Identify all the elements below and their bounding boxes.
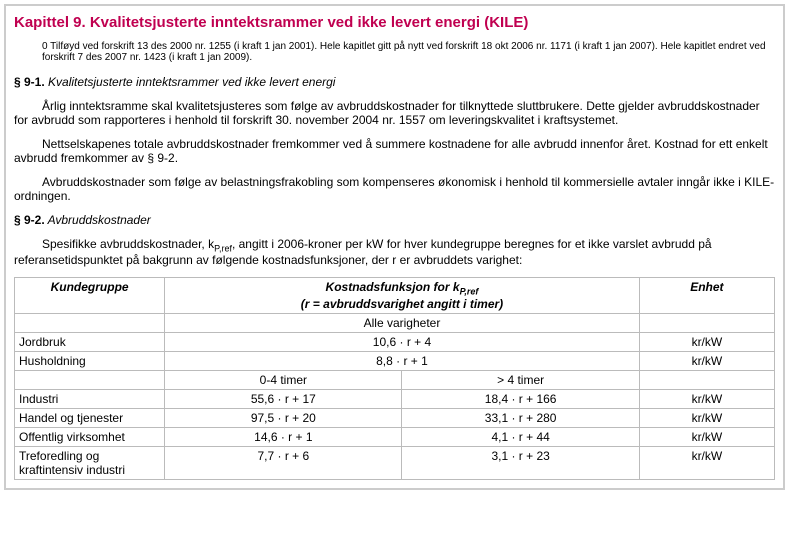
cell-func1: 55,6 · r + 17 xyxy=(165,389,402,408)
section-heading: Kvalitetsjusterte inntektsrammer ved ikk… xyxy=(45,75,336,89)
th-enhet: Enhet xyxy=(639,278,774,313)
cell-func2: 4,1 · r + 44 xyxy=(402,427,639,446)
cell-func: 8,8 · r + 1 xyxy=(165,351,640,370)
cell-label: Offentlig virksomhet xyxy=(15,427,165,446)
table-row: Industri 55,6 · r + 17 18,4 · r + 166 kr… xyxy=(15,389,775,408)
cell-label: Husholdning xyxy=(15,351,165,370)
cell-func1: 7,7 · r + 6 xyxy=(165,446,402,479)
cell-func1: 14,6 · r + 1 xyxy=(165,427,402,446)
table-row: Treforedling og kraftintensiv industri 7… xyxy=(15,446,775,479)
intro-subscript: P,ref xyxy=(214,243,232,253)
cell-label: Industri xyxy=(15,389,165,408)
table-header-row: Kundegruppe Kostnadsfunksjon for kP,ref … xyxy=(15,278,775,313)
th-kundegruppe: Kundegruppe xyxy=(15,278,165,313)
section-number: § 9-1. xyxy=(14,75,45,89)
cell-func2: 18,4 · r + 166 xyxy=(402,389,639,408)
cell-unit: kr/kW xyxy=(639,351,774,370)
cell-func: 10,6 · r + 4 xyxy=(165,332,640,351)
table-row: Offentlig virksomhet 14,6 · r + 1 4,1 · … xyxy=(15,427,775,446)
th-subscript: P,ref xyxy=(460,287,479,297)
amendment-note: 0 Tilføyd ved forskrift 13 des 2000 nr. … xyxy=(14,41,775,63)
cost-function-table: Kundegruppe Kostnadsfunksjon for kP,ref … xyxy=(14,277,775,479)
cell-range-0-4: 0-4 timer xyxy=(165,370,402,389)
table-row: Handel og tjenester 97,5 · r + 20 33,1 ·… xyxy=(15,408,775,427)
cell-unit: kr/kW xyxy=(639,332,774,351)
cell-range-gt4: > 4 timer xyxy=(402,370,639,389)
cell-empty xyxy=(639,313,774,332)
cell-unit: kr/kW xyxy=(639,446,774,479)
cell-label: Treforedling og kraftintensiv industri xyxy=(15,446,165,479)
cell-alle-varigheter: Alle varigheter xyxy=(165,313,640,332)
section-9-1-title: § 9-1. Kvalitetsjusterte inntektsrammer … xyxy=(14,75,775,89)
cell-empty xyxy=(639,370,774,389)
section-9-1-p3: Avbruddskostnader som følge av belastnin… xyxy=(14,175,775,203)
cell-func2: 33,1 · r + 280 xyxy=(402,408,639,427)
cell-label: Handel og tjenester xyxy=(15,408,165,427)
cell-label: Jordbruk xyxy=(15,332,165,351)
cell-unit: kr/kW xyxy=(639,408,774,427)
table-row: Jordbruk 10,6 · r + 4 kr/kW xyxy=(15,332,775,351)
intro-text-a: Spesifikke avbruddskostnader, k xyxy=(42,237,214,251)
cell-empty xyxy=(15,370,165,389)
section-9-2-intro: Spesifikke avbruddskostnader, kP,ref, an… xyxy=(14,237,775,267)
cell-empty xyxy=(15,313,165,332)
section-number: § 9-2. xyxy=(14,213,45,227)
section-9-1-p2: Nettselskapenes totale avbruddskostnader… xyxy=(14,137,775,165)
document-frame: { "chapter_title": "Kapittel 9. Kvalitet… xyxy=(4,4,785,490)
cell-func2: 3,1 · r + 23 xyxy=(402,446,639,479)
th-text-a: Kostnadsfunksjon for k xyxy=(326,280,460,294)
table-subheader-ranges: 0-4 timer > 4 timer xyxy=(15,370,775,389)
cell-unit: kr/kW xyxy=(639,389,774,408)
section-heading: Avbruddskostnader xyxy=(45,213,151,227)
th-kostnadsfunksjon: Kostnadsfunksjon for kP,ref (r = avbrudd… xyxy=(165,278,640,313)
th-text-b: (r = avbruddsvarighet angitt i timer) xyxy=(301,297,503,311)
chapter-title: Kapittel 9. Kvalitetsjusterte inntektsra… xyxy=(14,14,775,31)
section-9-2-title: § 9-2. Avbruddskostnader xyxy=(14,213,775,227)
section-9-1-p1: Årlig inntektsramme skal kvalitetsjuster… xyxy=(14,99,775,127)
table-subheader-alle: Alle varigheter xyxy=(15,313,775,332)
cell-func1: 97,5 · r + 20 xyxy=(165,408,402,427)
cell-unit: kr/kW xyxy=(639,427,774,446)
table-row: Husholdning 8,8 · r + 1 kr/kW xyxy=(15,351,775,370)
